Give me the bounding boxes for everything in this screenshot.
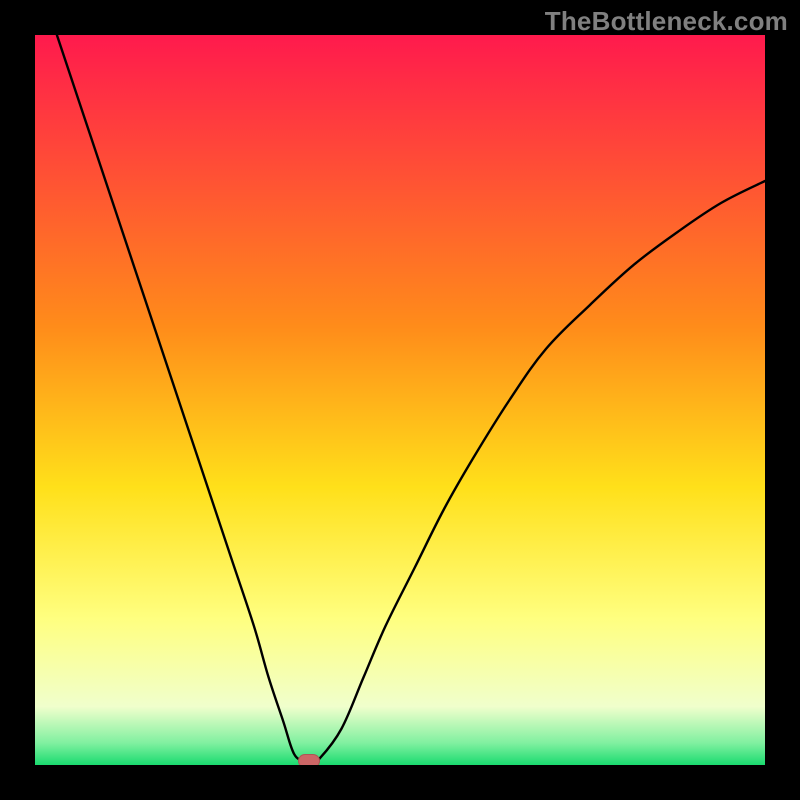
optimum-marker <box>298 754 320 765</box>
watermark-text: TheBottleneck.com <box>545 6 788 37</box>
chart-frame: TheBottleneck.com <box>0 0 800 800</box>
plot-svg <box>35 35 765 765</box>
gradient-background <box>35 35 765 765</box>
plot-area <box>35 35 765 765</box>
